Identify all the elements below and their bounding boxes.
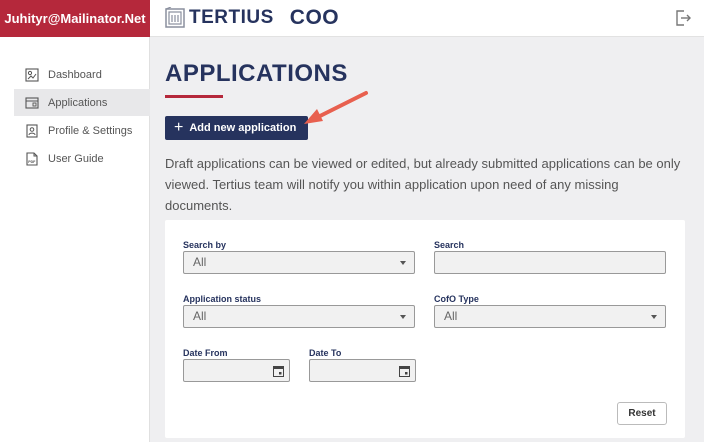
sidebar-item-dashboard[interactable]: Dashboard (14, 61, 150, 88)
sidebar-item-label: Dashboard (48, 68, 102, 81)
title-underline (165, 95, 223, 98)
applications-icon (25, 96, 39, 109)
application-status-label: Application status (183, 294, 262, 304)
sidebar-item-label: User Guide (48, 152, 104, 165)
cofo-type-label: CofO Type (434, 294, 479, 304)
logout-icon[interactable] (674, 9, 692, 27)
chevron-down-icon (651, 315, 657, 319)
filter-panel: Search by All Search Application status … (165, 220, 685, 438)
plus-icon: + (174, 119, 184, 136)
logo-subtitle: COO (289, 6, 340, 29)
intro-text: Draft applications can be viewed or edit… (165, 156, 681, 213)
search-input[interactable] (434, 251, 666, 274)
top-bar: Juhityr@Mailinator.Net TERTIUS COO (0, 0, 704, 37)
sidebar-item-label: Applications (48, 96, 108, 109)
brand-logo[interactable]: TERTIUS COO (165, 6, 339, 30)
tertius-logo-icon (165, 7, 185, 28)
sidebar: Dashboard Applications Profile & Setting… (0, 37, 150, 442)
cofo-type-select[interactable]: All (434, 305, 666, 328)
svg-text:PDF: PDF (28, 160, 36, 164)
profile-icon (26, 123, 38, 138)
annotation-arrow-icon (304, 91, 368, 124)
pdf-icon: PDF (26, 151, 38, 166)
date-from-input[interactable] (183, 359, 290, 382)
date-from-label: Date From (183, 348, 228, 358)
logo-text: TERTIUS (189, 7, 274, 28)
date-to-input[interactable] (309, 359, 416, 382)
sidebar-item-label: Profile & Settings (48, 124, 133, 137)
application-status-value: All (193, 309, 207, 323)
search-by-label: Search by (183, 240, 227, 250)
search-by-value: All (193, 255, 207, 269)
date-to-label: Date To (309, 348, 342, 358)
user-email-badge[interactable]: Juhityr@Mailinator.Net (0, 0, 150, 37)
add-new-application-button[interactable]: + Add new application (165, 116, 308, 140)
chevron-down-icon (400, 261, 406, 265)
application-status-select[interactable]: All (183, 305, 415, 328)
calendar-icon[interactable] (273, 365, 284, 377)
sidebar-item-applications[interactable]: Applications (14, 89, 150, 116)
calendar-icon[interactable] (399, 365, 410, 377)
page-title: APPLICATIONS (165, 60, 348, 87)
search-label: Search (434, 240, 465, 250)
chevron-down-icon (400, 315, 406, 319)
reset-button[interactable]: Reset (617, 402, 667, 425)
add-button-label: Add new application (189, 122, 297, 134)
sidebar-item-profile-settings[interactable]: Profile & Settings (14, 117, 150, 144)
dashboard-icon (25, 67, 39, 82)
cofo-type-value: All (444, 309, 458, 323)
search-by-select[interactable]: All (183, 251, 415, 274)
sidebar-item-user-guide[interactable]: PDF User Guide (14, 145, 150, 172)
